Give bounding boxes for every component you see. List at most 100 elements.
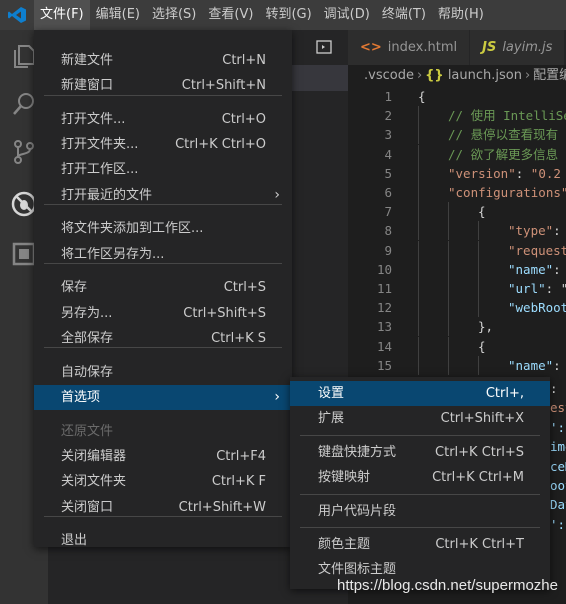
code-token: "request <box>508 242 566 258</box>
indent-guide <box>478 355 479 375</box>
code-line: 12 "webRoot <box>348 298 566 318</box>
indent-guide <box>418 259 419 279</box>
indent-guide <box>478 279 479 298</box>
file-menu-item[interactable]: 打开最近的文件 › <box>34 183 292 208</box>
menu-item-label: 保存 <box>61 280 88 295</box>
menubar-item[interactable]: 文件(F) <box>34 0 90 30</box>
code-line: 7{ <box>348 202 566 222</box>
breadcrumb-node[interactable]: 配置编 <box>533 68 566 83</box>
file-menu: 新建文件 Ctrl+N 新建窗口 Ctrl+Shift+N 打开文件... Ctrl+O 打… <box>34 30 292 548</box>
code-token: Dat <box>550 497 566 513</box>
menu-separator <box>300 494 540 495</box>
editor-tab[interactable]: JS layim.js <box>470 30 566 65</box>
code-text: { <box>418 87 426 106</box>
file-menu-item[interactable]: 将工作区另存为... <box>34 242 292 267</box>
menu-item-label: 关闭文件夹 <box>61 474 127 489</box>
indent-guide <box>418 106 419 126</box>
line-number: 1 <box>384 89 392 104</box>
editor-tab[interactable]: <> index.html <box>348 30 471 65</box>
file-menu-item[interactable]: 自动保存 <box>34 360 292 385</box>
menu-item-shortcut: Ctrl+, <box>485 386 524 401</box>
file-menu-item[interactable]: 关闭窗口 Ctrl+Shift+W <box>34 495 292 520</box>
file-menu-item[interactable]: 保存 Ctrl+S <box>34 275 292 300</box>
code-line: 5 "version": "0.2 <box>348 163 566 183</box>
code-token: "webRoot <box>508 300 566 316</box>
menu-item-shortcut: Ctrl+Shift+W <box>178 500 266 515</box>
breadcrumb-folder[interactable]: .vscode <box>364 68 414 83</box>
preferences-menu-item[interactable]: 用户代码片段 <box>290 499 550 524</box>
menu-item-shortcut: Ctrl+O <box>221 112 266 127</box>
file-menu-item[interactable]: 打开文件... Ctrl+O <box>34 107 292 132</box>
preferences-menu-item[interactable]: 设置 Ctrl+, <box>290 381 550 406</box>
menu-item-label: 自动保存 <box>61 365 114 380</box>
file-menu-item[interactable]: 将文件夹添加到工作区... <box>34 216 292 241</box>
chevron-right-icon: › <box>274 389 280 405</box>
file-menu-item[interactable]: 全部保存 Ctrl+K S <box>34 326 292 351</box>
code-token: : <box>550 381 558 396</box>
code-line: 9 "request <box>348 240 566 260</box>
line-number: 7 <box>384 204 392 220</box>
menu-items: 文件(F) 编辑(E) 选择(S) 查看(V) 转到(G) 调试(D) 终端(T) 帮助(H) <box>34 0 490 30</box>
menu-item-label: 首选项 <box>61 390 101 405</box>
menubar-item[interactable]: 查看(V) <box>202 0 259 30</box>
menubar-item[interactable]: 编辑(E) <box>90 0 146 30</box>
indent-guide <box>418 125 419 145</box>
code-token: // 悬停以查看现有 <box>448 127 559 143</box>
file-menu-item[interactable]: 关闭文件夹 Ctrl+K F <box>34 469 292 494</box>
code-text: "version": "0.2 <box>448 164 561 183</box>
code-line: 3 // 悬停以查看现有 <box>348 125 566 145</box>
breadcrumb[interactable]: .vscode ›{} launch.json › 配置编 <box>348 65 566 87</box>
indent-guide <box>448 336 449 356</box>
html-file-icon: <> <box>360 40 382 55</box>
code-line: 14 { <box>348 336 566 356</box>
menubar-item[interactable]: 选择(S) <box>146 0 202 30</box>
menu-item-label: 打开最近的文件 <box>61 188 153 203</box>
code-token: // 欲了解更多信息 <box>448 146 559 162</box>
editor-tabs: <> index.html JS layim.js <box>348 30 566 65</box>
watermark: https://blog.csdn.net/supermozhe <box>337 577 558 594</box>
menubar-item[interactable]: 帮助(H) <box>432 0 490 30</box>
menu-item-shortcut: Ctrl+K Ctrl+S <box>435 445 524 460</box>
indent-guide <box>448 355 449 375</box>
breadcrumb-file[interactable]: launch.json <box>448 68 522 83</box>
code-line: 10 "name": <box>348 259 566 279</box>
vscode-logo-icon <box>8 7 26 23</box>
code-token: ': <box>550 419 566 435</box>
indent-guide <box>418 355 419 375</box>
menu-item-shortcut: Ctrl+S <box>223 280 266 295</box>
file-menu-item[interactable]: 首选项 › <box>34 385 292 410</box>
preferences-menu-item[interactable]: 键盘快捷方式 Ctrl+K Ctrl+S <box>290 440 550 465</box>
line-number: 10 <box>376 261 392 277</box>
code-text: "webRoot <box>508 298 566 317</box>
code-token: "name" <box>508 261 554 277</box>
file-menu-item[interactable]: 新建窗口 Ctrl+Shift+N <box>34 73 292 98</box>
code-line: 4 // 欲了解更多信息 <box>348 144 566 164</box>
code-token: "configurations" <box>448 185 566 200</box>
indent-guide <box>448 259 449 279</box>
file-menu-item[interactable]: 关闭编辑器 Ctrl+F4 <box>34 444 292 469</box>
file-menu-item[interactable]: 打开工作区... <box>34 157 292 182</box>
file-menu-item[interactable]: 另存为... Ctrl+Shift+S <box>34 301 292 326</box>
menubar-item[interactable]: 终端(T) <box>376 0 432 30</box>
preferences-menu-item[interactable]: 按键映射 Ctrl+K Ctrl+M <box>290 465 550 490</box>
menubar-item[interactable]: 转到(G) <box>259 0 317 30</box>
code-token: est <box>550 400 566 416</box>
preferences-menu-item[interactable]: 颜色主题 Ctrl+K Ctrl+T <box>290 532 550 557</box>
code-text: "configurations" <box>448 183 566 202</box>
menu-item-label: 退出 <box>61 533 88 548</box>
code-token: "name" <box>508 357 554 373</box>
file-menu-item[interactable]: 退出 <box>34 528 292 553</box>
menu-item-shortcut: Ctrl+Shift+N <box>181 78 266 93</box>
preferences-menu-item[interactable]: 扩展 Ctrl+Shift+X <box>290 406 550 431</box>
indent-guide <box>448 240 449 260</box>
menubar-item[interactable]: 调试(D) <box>318 0 376 30</box>
split-editor-icon[interactable] <box>316 40 332 54</box>
indent-guide <box>448 298 449 318</box>
file-menu-item: 还原文件 <box>34 419 292 444</box>
code-text: // 欲了解更多信息 <box>448 145 558 164</box>
file-menu-item[interactable]: 打开文件夹... Ctrl+K Ctrl+O <box>34 132 292 157</box>
menu-item-label: 扩展 <box>318 411 345 426</box>
menu-item-label: 打开文件... <box>61 112 126 127</box>
menu-item-label: 新建窗口 <box>61 78 114 93</box>
file-menu-item[interactable]: 新建文件 Ctrl+N <box>34 48 292 73</box>
